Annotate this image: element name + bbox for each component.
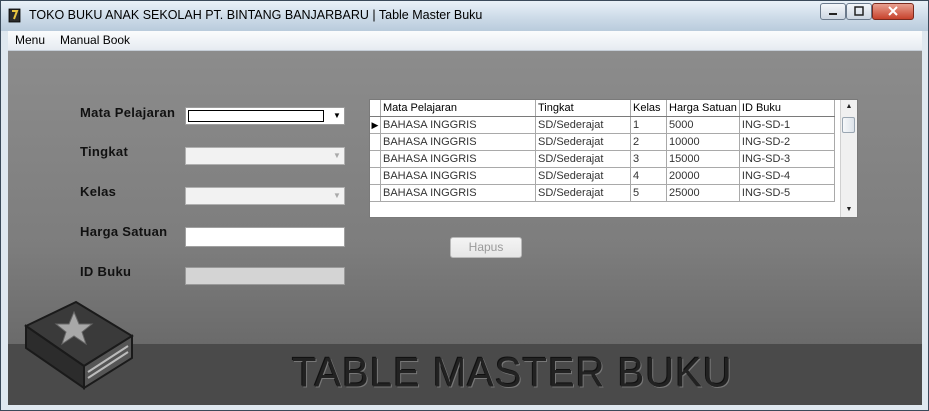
table-cell[interactable]: ING-SD-2 <box>739 133 835 151</box>
table-cell[interactable]: BAHASA INGGRIS <box>380 133 536 151</box>
table-cell[interactable]: ING-SD-1 <box>739 116 835 134</box>
table-cell[interactable]: SD/Sederajat <box>535 150 631 168</box>
table-cell[interactable]: SD/Sederajat <box>535 133 631 151</box>
table-cell[interactable]: SD/Sederajat <box>535 184 631 202</box>
kelas-combobox[interactable]: ▼ <box>185 187 345 205</box>
table-cell[interactable]: 4 <box>630 167 667 185</box>
table-cell[interactable]: 5 <box>630 184 667 202</box>
mata-pelajaran-combobox[interactable]: ▼ <box>185 107 345 125</box>
grid-vertical-scrollbar[interactable]: ▲ ▼ <box>840 100 857 217</box>
table-row[interactable]: BAHASA INGGRIS SD/Sederajat 5 25000 ING-… <box>370 184 835 202</box>
column-header-mata-pelajaran[interactable]: Mata Pelajaran <box>380 100 536 117</box>
client-area: Mata Pelajaran Tingkat Kelas Harga Satua… <box>8 51 922 405</box>
buku-data-grid[interactable]: Mata Pelajaran Tingkat Kelas Harga Satua… <box>369 99 858 218</box>
table-cell[interactable]: 2 <box>630 133 667 151</box>
label-tingkat: Tingkat <box>80 144 129 159</box>
table-row[interactable]: BAHASA INGGRIS SD/Sederajat 4 20000 ING-… <box>370 167 835 185</box>
close-icon <box>888 6 898 16</box>
menu-item-manual-book[interactable]: Manual Book <box>60 33 130 47</box>
table-header-row: Mata Pelajaran Tingkat Kelas Harga Satua… <box>370 100 835 117</box>
hapus-button[interactable]: Hapus <box>450 237 522 258</box>
column-header-tingkat[interactable]: Tingkat <box>535 100 631 117</box>
label-kelas: Kelas <box>80 184 117 199</box>
table-row[interactable]: BAHASA INGGRIS SD/Sederajat 2 10000 ING-… <box>370 133 835 151</box>
id-buku-input[interactable] <box>185 267 345 285</box>
table-cell[interactable]: 25000 <box>666 184 740 202</box>
mata-pelajaran-value <box>188 110 324 122</box>
column-header-id-buku[interactable]: ID Buku <box>739 100 835 117</box>
table-cell[interactable]: 1 <box>630 116 667 134</box>
table-cell[interactable]: 3 <box>630 150 667 168</box>
row-header[interactable] <box>370 167 381 185</box>
tingkat-combobox[interactable]: ▼ <box>185 147 345 165</box>
maximize-icon <box>854 6 864 16</box>
chevron-down-icon[interactable]: ▼ <box>332 152 342 160</box>
table-cell[interactable]: 10000 <box>666 133 740 151</box>
table-cell[interactable]: 20000 <box>666 167 740 185</box>
close-button[interactable] <box>872 3 914 20</box>
menu-bar: Menu Manual Book <box>8 31 922 51</box>
label-mata-pelajaran: Mata Pelajaran <box>80 105 176 120</box>
minimize-icon <box>829 13 837 15</box>
window-title: TOKO BUKU ANAK SEKOLAH PT. BINTANG BANJA… <box>29 8 483 22</box>
table-cell[interactable]: SD/Sederajat <box>535 167 631 185</box>
banner-title: TABLE MASTER BUKU <box>292 349 733 397</box>
table-cell[interactable]: BAHASA INGGRIS <box>380 116 536 134</box>
main-window: TOKO BUKU ANAK SEKOLAH PT. BINTANG BANJA… <box>0 0 929 411</box>
book-app-icon <box>8 8 21 23</box>
table-cell[interactable]: ING-SD-3 <box>739 150 835 168</box>
table-cell[interactable]: BAHASA INGGRIS <box>380 167 536 185</box>
table-cell[interactable]: BAHASA INGGRIS <box>380 184 536 202</box>
title-bar[interactable]: TOKO BUKU ANAK SEKOLAH PT. BINTANG BANJA… <box>1 1 928 31</box>
maximize-button[interactable] <box>846 3 872 20</box>
buku-table: Mata Pelajaran Tingkat Kelas Harga Satua… <box>370 100 835 202</box>
table-cell[interactable]: SD/Sederajat <box>535 116 631 134</box>
row-header[interactable] <box>370 133 381 151</box>
label-id-buku: ID Buku <box>80 264 132 279</box>
table-cell[interactable]: BAHASA INGGRIS <box>380 150 536 168</box>
table-row[interactable]: BAHASA INGGRIS SD/Sederajat 3 15000 ING-… <box>370 150 835 168</box>
table-cell[interactable]: ING-SD-5 <box>739 184 835 202</box>
row-header[interactable] <box>370 150 381 168</box>
column-header-harga-satuan[interactable]: Harga Satuan <box>666 100 740 117</box>
column-header-kelas[interactable]: Kelas <box>630 100 667 117</box>
book-star-icon <box>24 300 134 390</box>
chevron-down-icon[interactable]: ▼ <box>332 112 342 120</box>
table-cell[interactable]: 15000 <box>666 150 740 168</box>
scroll-down-icon[interactable]: ▼ <box>841 203 857 217</box>
label-harga-satuan: Harga Satuan <box>80 224 168 239</box>
menu-item-menu[interactable]: Menu <box>15 33 45 47</box>
row-header[interactable] <box>370 184 381 202</box>
table-cell[interactable]: ING-SD-4 <box>739 167 835 185</box>
minimize-button[interactable] <box>820 3 846 20</box>
table-row[interactable]: ▶ BAHASA INGGRIS SD/Sederajat 1 5000 ING… <box>370 116 835 134</box>
harga-satuan-input[interactable] <box>185 227 345 247</box>
scroll-up-icon[interactable]: ▲ <box>841 100 857 114</box>
chevron-down-icon[interactable]: ▼ <box>332 192 342 200</box>
current-row-pointer-icon[interactable]: ▶ <box>370 116 381 134</box>
row-header-corner <box>370 100 381 117</box>
scroll-thumb[interactable] <box>842 117 855 133</box>
table-cell[interactable]: 5000 <box>666 116 740 134</box>
